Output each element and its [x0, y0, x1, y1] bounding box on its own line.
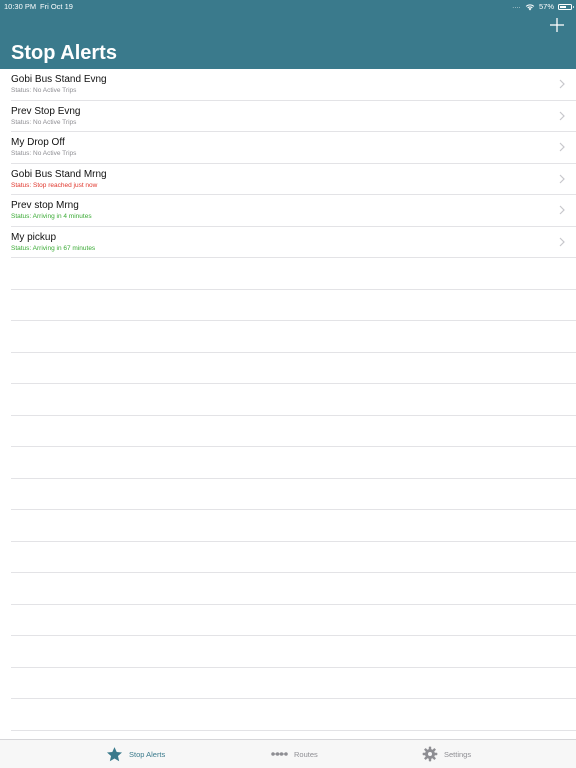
chevron-right-icon [559, 142, 565, 152]
empty-row [11, 479, 576, 510]
tab-settings[interactable]: Settings [422, 740, 471, 768]
tab-routes[interactable]: Routes [271, 740, 318, 768]
stop-alert-row[interactable]: Gobi Bus Stand Mrng Status: Stop reached … [11, 164, 576, 195]
stop-alert-status: Status: No Active Trips [11, 118, 77, 126]
stop-alert-status: Status: Stop reached just now [11, 181, 98, 189]
tab-stop-alerts[interactable]: Stop Alerts [106, 740, 165, 768]
tab-label: Settings [444, 749, 472, 759]
star-icon [106, 746, 123, 761]
tab-bar: Stop Alerts Routes Settings [0, 739, 576, 768]
stop-alert-title: Prev stop Mrng [11, 200, 79, 211]
stop-alert-row[interactable]: My pickup Status: Arriving in 67 minutes [11, 227, 576, 258]
empty-row [11, 384, 576, 416]
stop-alert-title: My Drop Off [11, 137, 65, 148]
stop-alert-row[interactable]: Prev Stop Evng Status: No Active Trips [11, 101, 576, 132]
status-time: 10:30 PM [4, 2, 37, 11]
wifi-icon [525, 3, 535, 10]
navigation-header: 10:30 PM Fri Oct 19 .... 57% Stop Alerts [0, 0, 576, 69]
stop-alert-row[interactable]: My Drop Off Status: No Active Trips [11, 132, 576, 164]
gear-icon [422, 746, 438, 762]
stop-alert-title: Prev Stop Evng [11, 105, 81, 117]
empty-row [11, 321, 576, 353]
empty-row [11, 573, 576, 605]
status-indicators: .... 57% [512, 2, 574, 11]
stop-alert-title: Gobi Bus Stand Evng [11, 74, 107, 85]
empty-row [11, 636, 576, 668]
stop-alert-list: Gobi Bus Stand Evng Status: No Active Tri… [0, 69, 576, 731]
battery-fill [560, 5, 566, 8]
app-screen: 10:30 PM Fri Oct 19 .... 57% Stop Alerts… [0, 0, 576, 768]
add-alert-button[interactable] [548, 16, 566, 34]
plus-icon [550, 18, 564, 32]
stop-alert-status: Status: No Active Trips [11, 87, 77, 94]
stop-alert-status: Status: Arriving in 4 minutes [11, 213, 92, 220]
page-title: Stop Alerts [11, 42, 117, 64]
empty-row [11, 416, 576, 447]
chevron-right-icon [559, 79, 565, 89]
chevron-right-icon [559, 205, 565, 215]
stop-alert-title: Gobi Bus Stand Mrng [11, 168, 107, 180]
chevron-right-icon [559, 174, 565, 183]
chevron-right-icon [559, 237, 565, 246]
empty-row [11, 353, 576, 384]
empty-row [11, 668, 576, 699]
empty-row [11, 258, 576, 290]
tab-label: Routes [294, 749, 318, 759]
tab-label: Stop Alerts [129, 749, 166, 759]
battery-percent: 57% [538, 2, 554, 11]
empty-row [11, 447, 576, 479]
empty-row [11, 605, 576, 636]
chevron-right-icon [559, 111, 565, 120]
empty-row [11, 699, 576, 731]
stop-alert-row[interactable]: Gobi Bus Stand Evng Status: No Active Tri… [11, 69, 576, 101]
empty-row [11, 510, 576, 542]
empty-row [11, 542, 576, 573]
battery-icon [558, 3, 574, 10]
stop-alert-status: Status: Arriving in 67 minutes [11, 244, 96, 252]
signal-icon: .... [512, 3, 521, 10]
route-icon [271, 752, 288, 756]
stop-alert-row[interactable]: Prev stop Mrng Status: Arriving in 4 minu… [11, 195, 576, 227]
empty-row [11, 290, 576, 321]
status-bar: 10:30 PM Fri Oct 19 .... 57% [0, 0, 576, 13]
stop-alert-title: My pickup [11, 231, 57, 243]
status-date: Fri Oct 19 [40, 2, 73, 11]
stop-alert-status: Status: No Active Trips [11, 150, 77, 157]
